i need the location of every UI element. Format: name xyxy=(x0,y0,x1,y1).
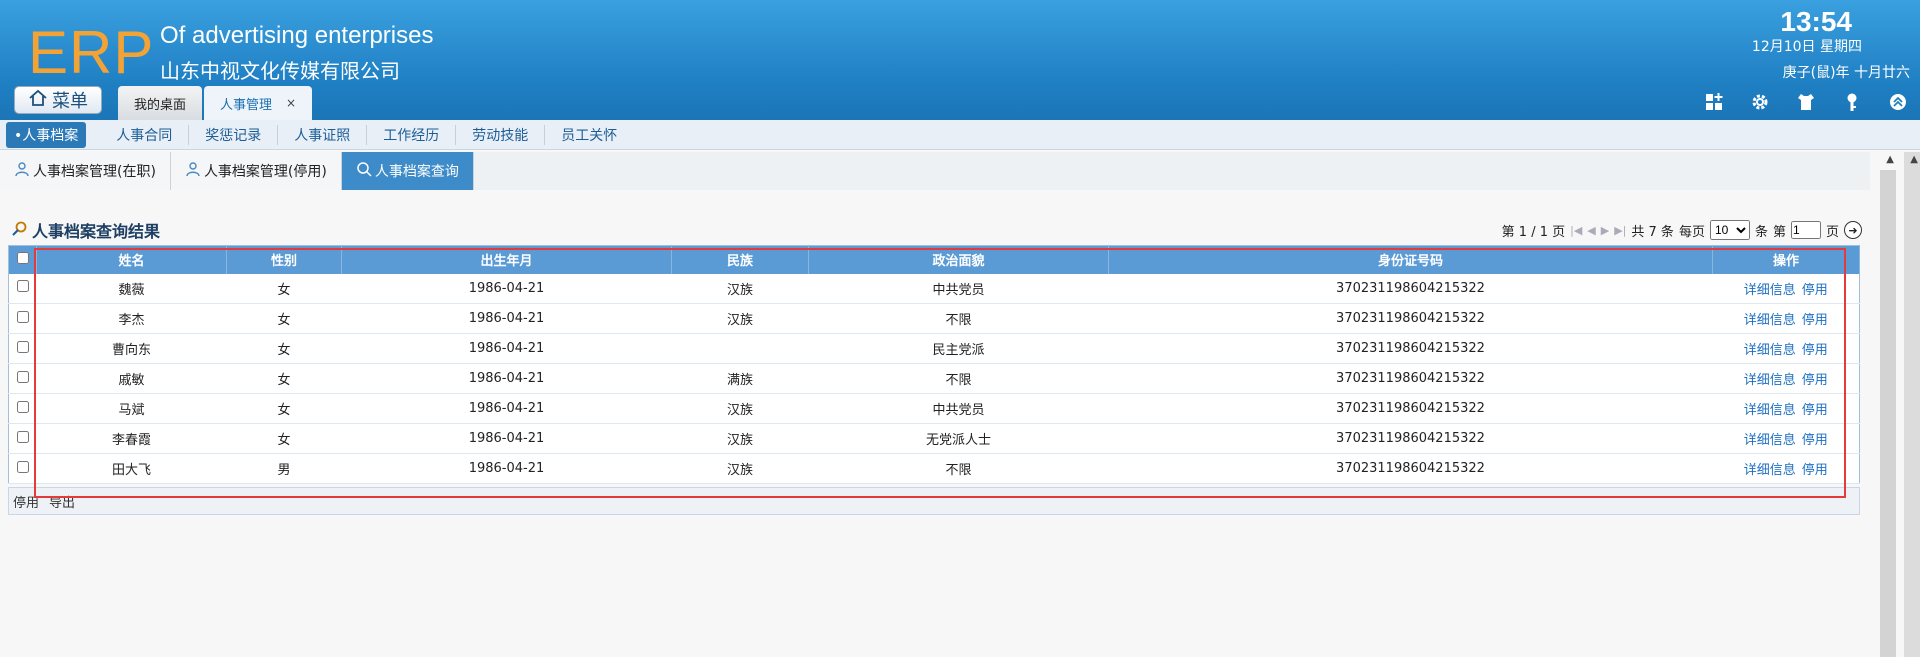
row-select-cell xyxy=(8,453,37,484)
close-icon[interactable]: × xyxy=(286,96,296,110)
user-icon xyxy=(185,161,201,181)
main-tabs: 我的桌面 人事管理 × xyxy=(118,86,313,120)
page-scrollbar[interactable] xyxy=(1904,152,1920,657)
tab-records-query[interactable]: 人事档案查询 xyxy=(341,152,474,190)
row-select-cell xyxy=(8,423,37,454)
user-icon xyxy=(14,161,30,181)
inner-tabs: 人事档案管理(在职) 人事档案管理(停用) 人事档案查询 xyxy=(0,152,1870,190)
home-icon xyxy=(28,88,48,113)
menu-button[interactable]: 菜单 xyxy=(14,86,102,114)
next-page-icon[interactable]: ▶ xyxy=(1601,224,1609,237)
pagination: 第 1 / 1 页 |◀ ◀ ▶ ▶| 共 7 条 每页 10 条 第 页 ➜ xyxy=(1502,220,1862,240)
row-select-cell xyxy=(8,273,37,304)
key-icon[interactable] xyxy=(1842,92,1862,112)
tab-records-disabled[interactable]: 人事档案管理(停用) xyxy=(170,152,342,190)
select-all-checkbox[interactable] xyxy=(16,251,29,264)
collapse-icon[interactable] xyxy=(1888,92,1908,112)
tab-label: 人事档案管理(在职) xyxy=(33,164,156,180)
result-title: 人事档案查询结果 xyxy=(12,218,160,242)
row-select-cell xyxy=(8,333,37,364)
per-page-label: 每页 xyxy=(1678,224,1705,240)
tab-my-desktop[interactable]: 我的桌面 xyxy=(118,86,203,120)
result-title-text: 人事档案查询结果 xyxy=(32,222,161,241)
content-scrollbar[interactable] xyxy=(1880,170,1896,657)
row-select-cell xyxy=(8,363,37,394)
subnav-hr-records[interactable]: •人事档案 xyxy=(6,121,87,148)
clock: 13:54 xyxy=(1780,6,1852,37)
last-page-icon[interactable]: ▶| xyxy=(1614,224,1626,237)
row-checkbox[interactable] xyxy=(16,370,29,383)
subnav-skills[interactable]: 劳动技能 xyxy=(456,124,546,145)
row-select-cell xyxy=(8,393,37,424)
subnav-rewards[interactable]: 奖惩记录 xyxy=(189,124,279,145)
app-header: ERP Of advertising enterprises 山东中视文化传媒有… xyxy=(0,0,1920,120)
tab-label: 人事档案管理(停用) xyxy=(203,164,327,180)
goto-suffix: 页 xyxy=(1825,224,1839,240)
lunar-date: 庚子(鼠)年 十月廿六 xyxy=(1782,65,1910,81)
subnav-certificates[interactable]: 人事证照 xyxy=(278,124,368,145)
row-select-cell xyxy=(8,303,37,334)
row-checkbox[interactable] xyxy=(16,430,29,443)
per-page-unit: 条 xyxy=(1754,224,1768,240)
per-page-select[interactable]: 10 xyxy=(1709,220,1750,240)
row-checkbox[interactable] xyxy=(16,310,29,323)
tab-label: 人事档案查询 xyxy=(374,164,459,180)
row-checkbox[interactable] xyxy=(16,340,29,353)
app-logo: ERP xyxy=(28,19,155,86)
tab-hr-management[interactable]: 人事管理 × xyxy=(204,86,313,120)
grid-plus-icon[interactable] xyxy=(1704,92,1724,112)
row-checkbox[interactable] xyxy=(16,280,29,293)
subnav-work-history[interactable]: 工作经历 xyxy=(367,124,457,145)
row-checkbox[interactable] xyxy=(16,460,29,473)
go-arrow-icon[interactable]: ➜ xyxy=(1844,221,1862,239)
highlight-box xyxy=(34,248,1846,498)
row-checkbox[interactable] xyxy=(16,400,29,413)
magnifier-icon xyxy=(12,220,28,240)
sub-navigation: •人事档案 人事合同 奖惩记录 人事证照 工作经历 劳动技能 员工关怀 xyxy=(0,120,1920,150)
gear-icon[interactable] xyxy=(1750,92,1770,112)
scroll-up-icon[interactable]: ▲ xyxy=(1910,154,1918,165)
subnav-employee-care[interactable]: 员工关怀 xyxy=(545,125,633,145)
company-name-en: Of advertising enterprises xyxy=(160,22,434,49)
search-icon xyxy=(356,161,372,181)
goto-page-input[interactable] xyxy=(1790,221,1821,239)
header-toolbar xyxy=(1704,92,1908,112)
total-count: 共 7 条 xyxy=(1631,224,1674,240)
page-indicator: 第 1 / 1 页 xyxy=(1501,224,1566,240)
scroll-up-icon[interactable]: ▲ xyxy=(1886,154,1894,165)
select-all-cell xyxy=(8,245,37,274)
menu-label: 菜单 xyxy=(52,91,88,112)
subnav-hr-contracts[interactable]: 人事合同 xyxy=(100,124,190,145)
shirt-icon[interactable] xyxy=(1796,92,1816,112)
tab-label: 人事管理 xyxy=(220,97,273,113)
tab-label: 我的桌面 xyxy=(134,97,187,113)
prev-page-icon[interactable]: ◀ xyxy=(1587,224,1595,237)
first-page-icon[interactable]: |◀ xyxy=(1570,224,1582,237)
goto-prefix: 第 xyxy=(1772,224,1786,240)
tab-records-active[interactable]: 人事档案管理(在职) xyxy=(0,152,171,190)
company-name-cn: 山东中视文化传媒有限公司 xyxy=(160,59,400,83)
date-text: 12月10日 星期四 xyxy=(1751,39,1862,55)
